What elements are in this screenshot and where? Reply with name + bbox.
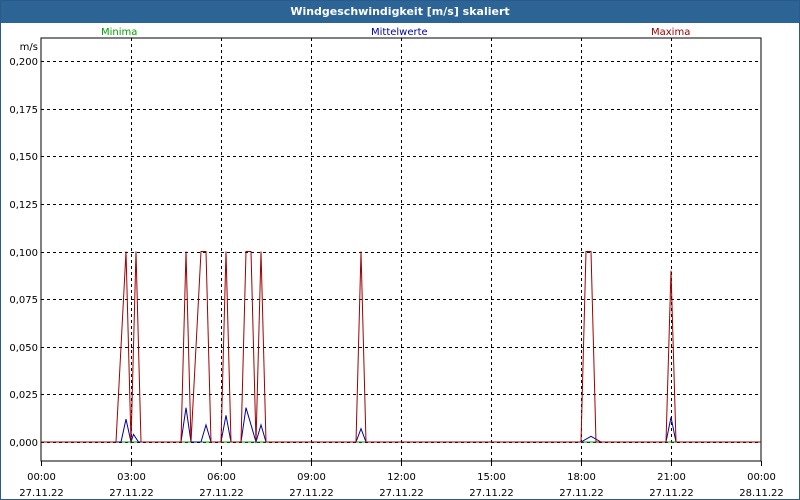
x-tick-date: 27.11.22 — [559, 488, 604, 499]
y-tick-label: 0,125 — [9, 200, 38, 211]
x-tick-date: 27.11.22 — [199, 488, 244, 499]
legend-mittelwerte: Mittelwerte — [371, 27, 428, 38]
x-tick-time: 21:00 — [657, 472, 686, 483]
chart-window: Windgeschwindigkeit [m/s] skaliert 0,000… — [0, 0, 800, 500]
x-tick-time: 00:00 — [27, 472, 56, 483]
x-tick-time: 00:00 — [747, 472, 776, 483]
x-tick-date: 27.11.22 — [109, 488, 154, 499]
legend-minima: Minima — [101, 27, 137, 38]
x-tick-date: 28.11.22 — [739, 488, 784, 499]
x-tick-date: 27.11.22 — [379, 488, 424, 499]
x-tick-time: 18:00 — [567, 472, 596, 483]
x-tick-time: 15:00 — [477, 472, 506, 483]
y-tick-label: 0,025 — [9, 390, 38, 401]
y-axis-unit: m/s — [20, 42, 38, 53]
x-tick-time: 06:00 — [207, 472, 236, 483]
x-tick-time: 12:00 — [387, 472, 416, 483]
legend-maxima: Maxima — [651, 27, 690, 38]
y-tick-label: 0,000 — [9, 438, 38, 449]
y-tick-label: 0,200 — [9, 57, 38, 68]
x-tick-time: 09:00 — [297, 472, 326, 483]
y-tick-label: 0,150 — [9, 152, 38, 163]
x-tick-date: 27.11.22 — [19, 488, 64, 499]
window-title: Windgeschwindigkeit [m/s] skaliert — [1, 1, 799, 23]
wind-speed-chart: 0,000 0,025 0,050 0,075 0,100 0,125 0,150 0,175… — [9, 27, 784, 499]
x-tick-date: 27.11.22 — [469, 488, 514, 499]
y-tick-label: 0,075 — [9, 295, 38, 306]
y-tick-label: 0,175 — [9, 105, 38, 116]
y-tick-label: 0,050 — [9, 343, 38, 354]
x-tick-date: 27.11.22 — [289, 488, 334, 499]
x-tick-time: 03:00 — [117, 472, 146, 483]
y-tick-label: 0,100 — [9, 248, 38, 259]
x-tick-date: 27.11.22 — [649, 488, 694, 499]
